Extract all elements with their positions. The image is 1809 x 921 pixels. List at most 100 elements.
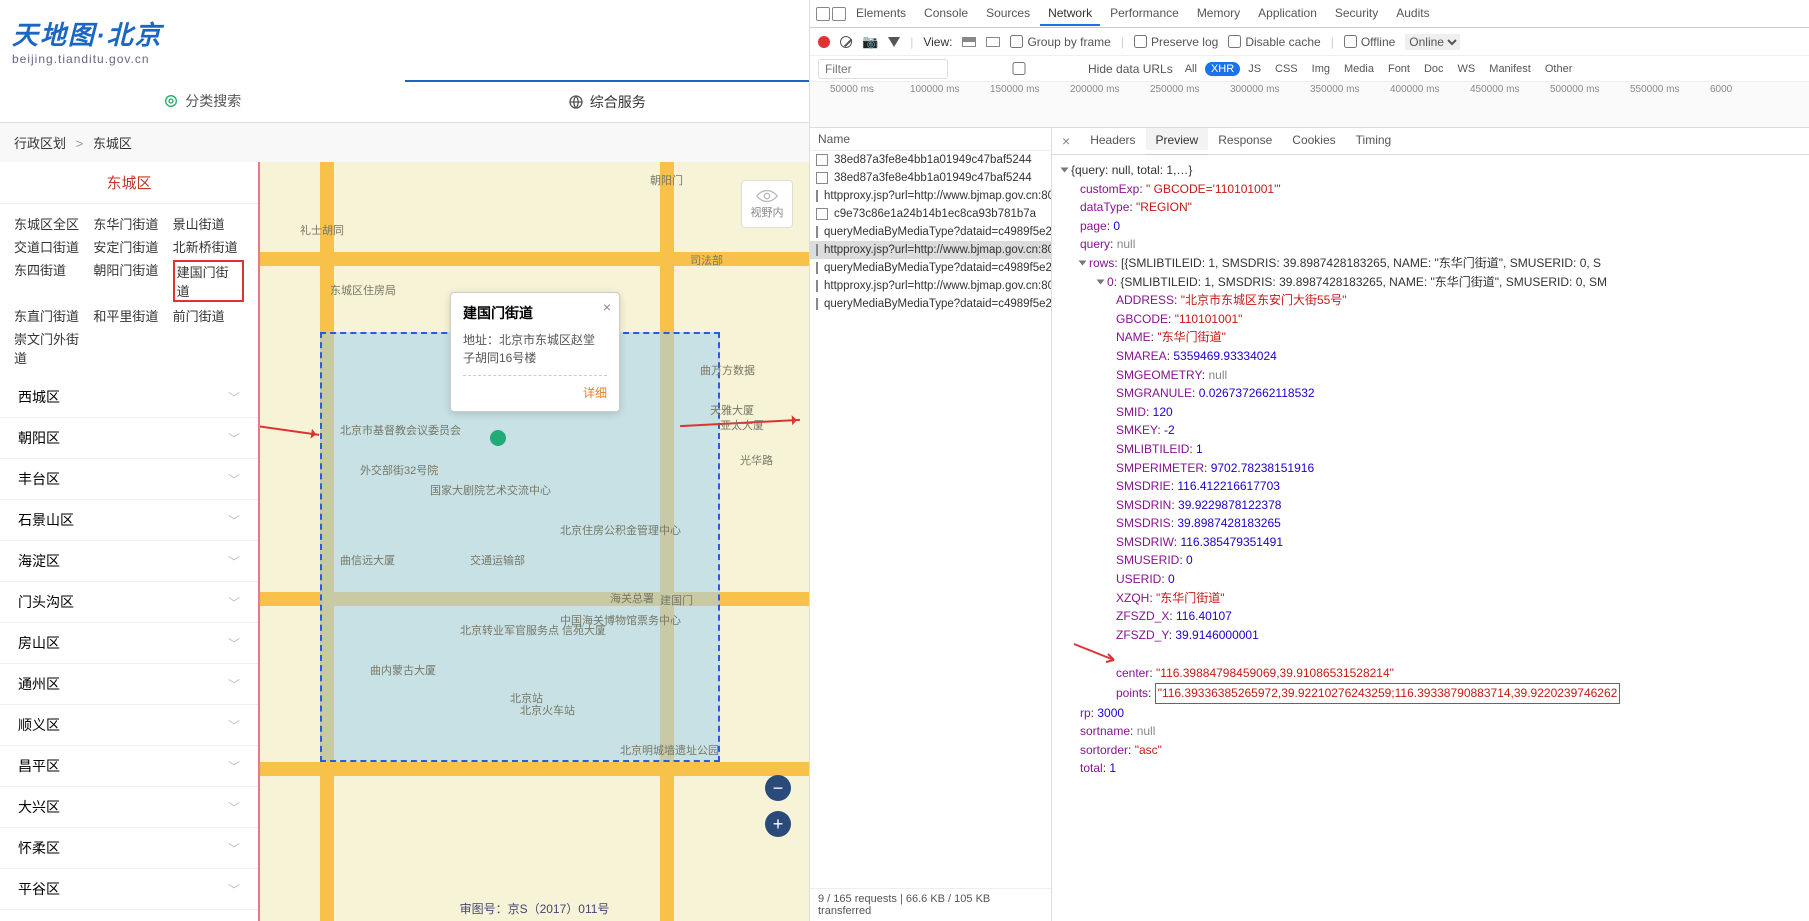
district-item[interactable]: 顺义区﹀ — [0, 705, 258, 746]
preserve-log-checkbox[interactable] — [1134, 35, 1147, 48]
filter-pill-ws[interactable]: WS — [1452, 62, 1482, 76]
preview-tab-response[interactable]: Response — [1208, 128, 1282, 154]
group-by-frame-checkbox[interactable] — [1010, 35, 1023, 48]
map-poi-label: 交通运输部 — [470, 552, 525, 568]
devtools-tab-network[interactable]: Network — [1040, 2, 1100, 26]
chevron-down-icon: ﹀ — [228, 553, 240, 570]
preview-tab-headers[interactable]: Headers — [1080, 128, 1145, 154]
device-icon[interactable] — [832, 7, 846, 21]
large-rows-icon[interactable] — [962, 37, 976, 47]
chevron-down-icon: ﹀ — [228, 840, 240, 857]
tab-search[interactable]: 分类搜索 — [0, 80, 405, 122]
devtools-panel: ElementsConsoleSourcesNetworkPerformance… — [810, 0, 1809, 921]
clear-icon[interactable] — [840, 36, 852, 48]
devtools-tab-audits[interactable]: Audits — [1388, 2, 1437, 26]
street-item[interactable]: 交道口街道 — [14, 237, 85, 256]
name-column-header[interactable]: Name — [810, 128, 1051, 151]
district-item[interactable]: 平谷区﹀ — [0, 869, 258, 910]
street-item[interactable]: 和平里街道 — [93, 306, 164, 325]
close-icon[interactable]: × — [603, 299, 611, 315]
request-row[interactable]: queryMediaByMediaType?dataid=c4989f5e2fe… — [810, 295, 1051, 313]
district-item[interactable]: 海淀区﹀ — [0, 541, 258, 582]
breadcrumb-root[interactable]: 行政区划 — [14, 136, 66, 151]
street-item[interactable]: 景山街道 — [173, 214, 244, 233]
filter-pill-img[interactable]: Img — [1306, 62, 1336, 76]
record-icon[interactable] — [818, 36, 830, 48]
request-row[interactable]: httpproxy.jsp?url=http://www.bjmap.gov.c… — [810, 241, 1051, 259]
map-canvas[interactable]: × 建国门街道 地址：北京市东城区赵堂子胡同16号楼 详细 视野内 − + 审图… — [260, 162, 809, 921]
filter-pill-manifest[interactable]: Manifest — [1483, 62, 1537, 76]
devtools-tab-application[interactable]: Application — [1250, 2, 1325, 26]
street-item[interactable]: 东华门街道 — [93, 214, 164, 233]
filter-pill-js[interactable]: JS — [1242, 62, 1267, 76]
filter-pill-css[interactable]: CSS — [1269, 62, 1304, 76]
devtools-tab-sources[interactable]: Sources — [978, 2, 1038, 26]
street-item[interactable]: 崇文门外街道 — [14, 329, 85, 367]
filter-pill-all[interactable]: All — [1179, 62, 1203, 76]
request-row[interactable]: httpproxy.jsp?url=http://www.bjmap.gov.c… — [810, 187, 1051, 205]
street-item[interactable]: 北新桥街道 — [173, 237, 244, 256]
preview-tab-cookies[interactable]: Cookies — [1282, 128, 1345, 154]
filter-icon[interactable] — [888, 37, 900, 47]
zoom-in-button[interactable]: + — [765, 811, 791, 837]
district-item[interactable]: 通州区﹀ — [0, 664, 258, 705]
street-item[interactable]: 东城区全区 — [14, 214, 85, 233]
devtools-tab-console[interactable]: Console — [916, 2, 976, 26]
filter-input[interactable] — [818, 59, 948, 79]
request-row[interactable]: queryMediaByMediaType?dataid=c4989f5e2fe… — [810, 259, 1051, 277]
street-item[interactable]: 建国门街道 — [173, 260, 244, 302]
street-item[interactable]: 朝阳门街道 — [93, 260, 164, 302]
map-attribution: 审图号：京S（2017）011号 — [460, 900, 610, 917]
district-item[interactable]: 房山区﹀ — [0, 623, 258, 664]
district-item[interactable]: 丰台区﹀ — [0, 459, 258, 500]
street-item[interactable]: 东四街道 — [14, 260, 85, 302]
request-row[interactable]: 38ed87a3fe8e4bb1a01949c47baf5244 — [810, 169, 1051, 187]
disable-cache-checkbox[interactable] — [1228, 35, 1241, 48]
preview-tab-timing[interactable]: Timing — [1346, 128, 1402, 154]
devtools-tab-memory[interactable]: Memory — [1189, 2, 1248, 26]
waterfall-overview[interactable]: 50000 ms100000 ms150000 ms200000 ms25000… — [810, 82, 1809, 128]
request-row[interactable]: c9e73c86e1a24b14b1ec8ca93b781b7a — [810, 205, 1051, 223]
waterfall-tick: 400000 ms — [1390, 84, 1439, 95]
file-icon — [816, 154, 828, 166]
zoom-out-button[interactable]: − — [765, 775, 791, 801]
filter-pill-other[interactable]: Other — [1539, 62, 1579, 76]
throttle-select[interactable]: Online — [1405, 34, 1460, 50]
close-preview-icon[interactable]: × — [1052, 129, 1080, 153]
request-row[interactable]: 38ed87a3fe8e4bb1a01949c47baf5244 — [810, 151, 1051, 169]
devtools-tab-performance[interactable]: Performance — [1102, 2, 1187, 26]
district-item[interactable]: 昌平区﹀ — [0, 746, 258, 787]
filter-pill-media[interactable]: Media — [1338, 62, 1380, 76]
district-item[interactable]: 石景山区﹀ — [0, 500, 258, 541]
district-item[interactable]: 朝阳区﹀ — [0, 418, 258, 459]
street-item[interactable]: 东直门街道 — [14, 306, 85, 325]
street-item[interactable]: 前门街道 — [173, 306, 244, 325]
devtools-tab-security[interactable]: Security — [1327, 2, 1386, 26]
district-item[interactable]: 西城区﹀ — [0, 377, 258, 418]
streetview-toggle[interactable]: 视野内 — [741, 180, 793, 228]
district-item[interactable]: 大兴区﹀ — [0, 787, 258, 828]
breadcrumb-current[interactable]: 东城区 — [93, 136, 132, 151]
district-item[interactable]: 密云区﹀ — [0, 910, 258, 921]
street-item[interactable]: 安定门街道 — [93, 237, 164, 256]
tab-services[interactable]: 综合服务 — [405, 80, 810, 122]
file-icon — [816, 190, 818, 202]
hide-data-urls-checkbox[interactable] — [954, 62, 1084, 75]
file-icon — [816, 280, 818, 292]
filter-pill-font[interactable]: Font — [1382, 62, 1416, 76]
preview-json[interactable]: {query: null, total: 1,…}customExp: " GB… — [1052, 155, 1809, 921]
preview-tab-preview[interactable]: Preview — [1146, 128, 1209, 154]
inspect-icon[interactable] — [816, 7, 830, 21]
offline-checkbox[interactable] — [1344, 35, 1357, 48]
request-row[interactable]: httpproxy.jsp?url=http://www.bjmap.gov.c… — [810, 277, 1051, 295]
filter-pill-doc[interactable]: Doc — [1418, 62, 1450, 76]
district-item[interactable]: 门头沟区﹀ — [0, 582, 258, 623]
devtools-tab-elements[interactable]: Elements — [848, 2, 914, 26]
request-row[interactable]: queryMediaByMediaType?dataid=c4989f5e2fe… — [810, 223, 1051, 241]
district-item[interactable]: 怀柔区﹀ — [0, 828, 258, 869]
camera-icon[interactable]: 📷 — [862, 34, 878, 50]
detail-link[interactable]: 详细 — [583, 386, 607, 400]
filter-pill-xhr[interactable]: XHR — [1205, 62, 1240, 76]
map-marker[interactable] — [490, 430, 506, 446]
overview-icon[interactable] — [986, 37, 1000, 47]
